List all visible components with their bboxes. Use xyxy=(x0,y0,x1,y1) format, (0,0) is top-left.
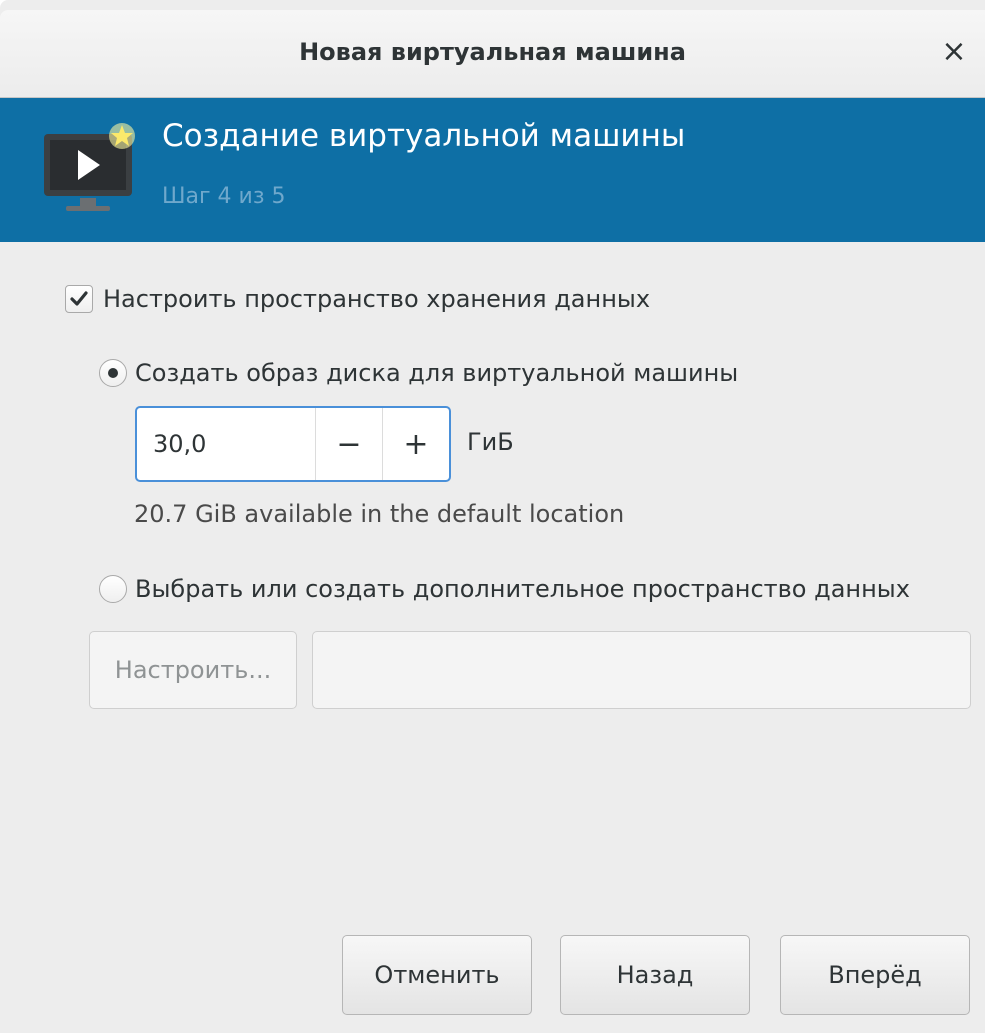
enable-storage-checkbox[interactable] xyxy=(65,285,93,313)
enable-storage-row[interactable]: Настроить пространство хранения данных xyxy=(65,285,650,313)
custom-storage-row[interactable]: Выбрать или создать дополнительное прост… xyxy=(99,575,910,603)
create-disk-label: Создать образ диска для виртуальной маши… xyxy=(135,359,739,387)
close-button[interactable]: × xyxy=(937,35,971,69)
radio-selected-dot xyxy=(108,368,118,378)
custom-storage-radio[interactable] xyxy=(99,575,127,603)
wizard-step: Шаг 4 из 5 xyxy=(162,184,286,209)
new-vm-dialog: Новая виртуальная машина × Создание вирт… xyxy=(0,0,985,1033)
create-disk-row[interactable]: Создать образ диска для виртуальной маши… xyxy=(99,359,738,387)
increment-button[interactable]: + xyxy=(382,408,449,480)
back-button[interactable]: Назад xyxy=(560,935,750,1015)
disk-size-spinbutton[interactable]: 30,0 − + xyxy=(135,406,451,482)
configure-storage-button: Настроить... xyxy=(89,631,297,709)
window-title: Новая виртуальная машина xyxy=(299,38,686,66)
wizard-heading: Создание виртуальной машины xyxy=(162,118,686,154)
enable-storage-label: Настроить пространство хранения данных xyxy=(103,285,651,313)
available-space-text: 20.7 GiB available in the default locati… xyxy=(134,500,625,528)
checkmark-icon xyxy=(70,291,88,306)
forward-button[interactable]: Вперёд xyxy=(780,935,970,1015)
storage-path-field xyxy=(312,631,971,709)
decrement-button[interactable]: − xyxy=(315,408,382,480)
wizard-header: Создание виртуальной машины Шаг 4 из 5 xyxy=(0,98,985,242)
title-bar: Новая виртуальная машина × xyxy=(0,10,985,98)
vm-monitor-star-icon xyxy=(44,123,135,211)
create-disk-radio[interactable] xyxy=(99,359,127,387)
size-unit-label: ГиБ xyxy=(467,428,514,456)
disk-size-input[interactable]: 30,0 xyxy=(137,408,315,480)
cancel-button[interactable]: Отменить xyxy=(342,935,532,1015)
custom-storage-label: Выбрать или создать дополнительное прост… xyxy=(135,575,910,603)
